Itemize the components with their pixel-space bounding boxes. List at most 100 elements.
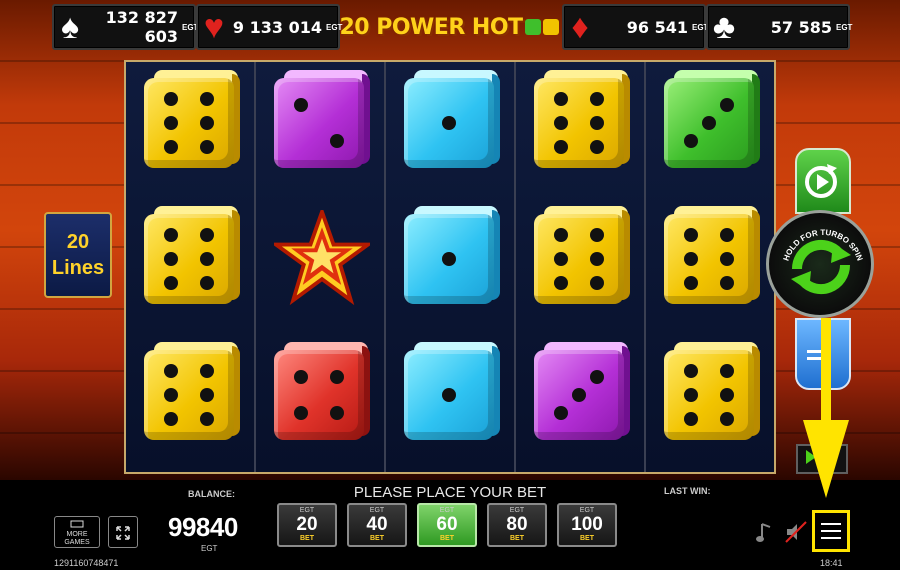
die-pip: [164, 412, 178, 426]
die-pip: [720, 228, 734, 242]
reel-divider: [254, 62, 256, 472]
spin-button[interactable]: HOLD FOR TURBO SPIN: [766, 210, 874, 318]
die-pip: [554, 252, 568, 266]
die-pip: [442, 116, 456, 130]
die-pip: [294, 406, 308, 420]
yellow-die-symbol: [526, 204, 630, 308]
die-pip: [200, 388, 214, 402]
die-face: [664, 214, 754, 304]
clock: 18:41: [820, 558, 843, 568]
die-pip: [590, 140, 604, 154]
die-pip: [164, 140, 178, 154]
die-pip: [720, 98, 734, 112]
logo-text: 20 POWER HOT: [339, 14, 523, 40]
die-pip: [684, 252, 698, 266]
die-pip: [200, 92, 214, 106]
die-pip: [200, 228, 214, 242]
fullscreen-button[interactable]: [108, 516, 138, 548]
die-pip: [442, 388, 456, 402]
more-games-button[interactable]: MORE GAMES: [54, 516, 100, 548]
die-pip: [164, 92, 178, 106]
die-pip: [702, 116, 716, 130]
jackpot-egt: EGT: [692, 22, 709, 32]
yellow-die-symbol: [136, 340, 240, 444]
die-pip: [164, 116, 178, 130]
die-pip: [590, 370, 604, 384]
bet-value: 60: [436, 514, 458, 535]
die-pip: [294, 370, 308, 384]
cyan-die-symbol: [396, 340, 500, 444]
die-pip: [684, 388, 698, 402]
die-face: [664, 350, 754, 440]
last-win-label: LAST WIN:: [664, 486, 711, 496]
game-logo: 20 POWER HOT: [338, 10, 560, 44]
fullscreen-icon: [116, 526, 130, 540]
die-pip: [554, 92, 568, 106]
bet-value: 80: [506, 514, 528, 535]
bet-button-20[interactable]: EGT 20 BET: [277, 503, 337, 547]
die-pip: [554, 140, 568, 154]
die-pip: [720, 364, 734, 378]
die-pip: [720, 252, 734, 266]
jackpot-egt: EGT: [326, 22, 343, 32]
logo-dice-icon: [524, 19, 541, 35]
die-face: [144, 214, 234, 304]
more-games-label: MORE GAMES: [64, 531, 90, 546]
bet-button-60[interactable]: EGT 60 BET: [417, 503, 477, 547]
die-pip: [554, 276, 568, 290]
menu-button[interactable]: [812, 510, 850, 552]
lines-count: 20: [66, 231, 90, 253]
die-face: [274, 350, 364, 440]
die-pip: [720, 276, 734, 290]
lines-indicator: 20 Lines: [44, 212, 112, 298]
bet-side-button[interactable]: [795, 318, 851, 390]
spin-arrows-icon: [791, 239, 851, 295]
die-pip: [684, 134, 698, 148]
gamble-button[interactable]: [796, 444, 848, 474]
yellow-die-symbol: [136, 204, 240, 308]
die-face: [534, 214, 624, 304]
music-icon[interactable]: [754, 520, 776, 544]
purple-die-symbol: [266, 68, 370, 172]
yellow-die-symbol: [656, 204, 760, 308]
lines-label: Lines: [51, 257, 105, 279]
die-pip: [164, 364, 178, 378]
sound-muted-icon[interactable]: [784, 520, 807, 544]
jackpot-spade: ♠ 132 827 603 EGT: [52, 4, 198, 50]
bet-label: BET: [370, 535, 384, 542]
die-pip: [200, 140, 214, 154]
die-pip: [554, 406, 568, 420]
die-pip: [554, 116, 568, 130]
bet-value: 100: [571, 514, 603, 535]
die-pip: [200, 276, 214, 290]
jackpot-value: 96 541: [626, 17, 688, 37]
green-die-symbol: [656, 68, 760, 172]
die-pip: [200, 252, 214, 266]
die-pip: [164, 228, 178, 242]
die-pip: [200, 412, 214, 426]
balance-currency: EGT: [201, 544, 218, 553]
die-pip: [330, 134, 344, 148]
jackpot-value: 9 133 014: [232, 17, 322, 37]
die-pip: [572, 388, 586, 402]
die-pip: [442, 252, 456, 266]
die-pip: [684, 276, 698, 290]
die-pip: [330, 370, 344, 384]
bet-value: 40: [366, 514, 388, 535]
balance-label: BALANCE:: [188, 489, 235, 499]
die-face: [274, 78, 364, 168]
club-icon: ♣: [712, 8, 736, 46]
reel-divider: [384, 62, 386, 472]
bet-button-100[interactable]: EGT 100 BET: [557, 503, 617, 547]
bet-label: BET: [300, 535, 314, 542]
star-symbol: [266, 204, 370, 308]
die-pip: [200, 116, 214, 130]
jackpot-diamond: ♦ 96 541 EGT: [562, 4, 709, 50]
yellow-die-symbol: [136, 68, 240, 172]
bet-label: BET: [580, 535, 594, 542]
bet-button-80[interactable]: EGT 80 BET: [487, 503, 547, 547]
die-pip: [590, 276, 604, 290]
autoplay-button[interactable]: [795, 148, 851, 214]
bet-label: BET: [440, 535, 454, 542]
bet-button-40[interactable]: EGT 40 BET: [347, 503, 407, 547]
